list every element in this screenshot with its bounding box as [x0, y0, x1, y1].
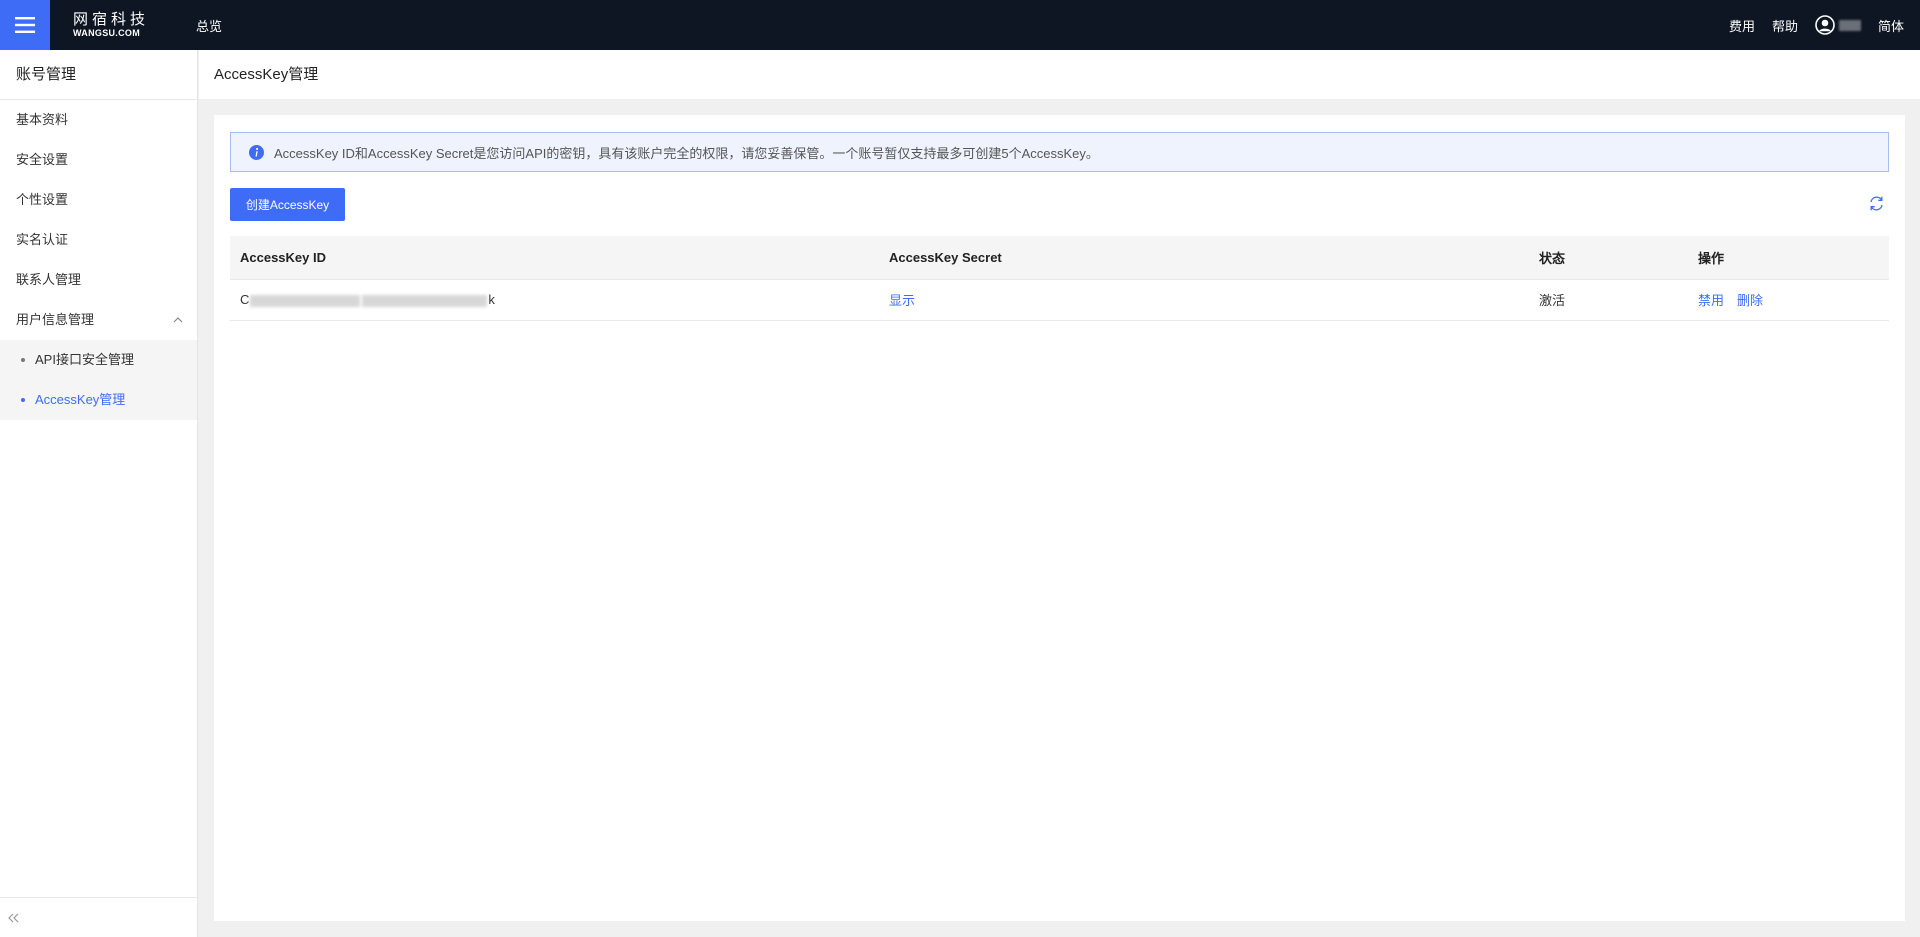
table-header-row: AccessKey ID AccessKey Secret 状态 操作 — [230, 236, 1889, 280]
nav-overview-link[interactable]: 总览 — [196, 16, 222, 35]
sidebar-item-basic-info[interactable]: 基本资料 — [0, 100, 197, 140]
table-row: Ck 显示 激活 禁用 删除 — [230, 279, 1889, 321]
bullet-dot — [21, 398, 25, 402]
actions-cell: 禁用 删除 — [1688, 279, 1889, 321]
brand-logo[interactable]: 网宿科技 WANGSU.COM — [73, 10, 161, 40]
subnav-item-accesskey[interactable]: AccessKey管理 — [0, 380, 197, 420]
user-avatar-icon — [1815, 15, 1835, 35]
submenu-user-info: API接口安全管理 AccessKey管理 — [0, 340, 197, 420]
sidebar: 账号管理 基本资料 安全设置 个性设置 实名认证 联系人管理 用户信息管理 AP… — [0, 50, 198, 937]
double-chevron-left-icon[interactable] — [6, 911, 20, 925]
sidebar-item-real-name-verification[interactable]: 实名认证 — [0, 220, 197, 260]
billing-link[interactable]: 费用 — [1729, 16, 1755, 35]
accesskey-id-cell: Ck — [230, 279, 879, 321]
header-right-links: 费用 帮助 简体 — [1712, 0, 1920, 50]
accesskey-secret-cell: 显示 — [879, 279, 1529, 321]
sidebar-collapse-bar — [0, 897, 197, 937]
sidebar-item-label: 用户信息管理 — [16, 312, 95, 327]
subnav-item-label: API接口安全管理 — [35, 352, 134, 367]
disable-link[interactable]: 禁用 — [1698, 293, 1724, 308]
accesskey-id-suffix: k — [488, 292, 495, 307]
info-banner: AccessKey ID和AccessKey Secret是您访问API的密钥，… — [230, 132, 1889, 172]
accesskey-id-prefix: C — [240, 292, 250, 307]
sidebar-item-security-settings[interactable]: 安全设置 — [0, 140, 197, 180]
sidebar-title: 账号管理 — [0, 50, 197, 100]
username-masked — [1838, 19, 1861, 31]
sidebar-item-label: 实名认证 — [16, 232, 69, 247]
logo-chinese-text: 网宿科技 — [73, 10, 150, 28]
content-card: AccessKey ID和AccessKey Secret是您访问API的密钥，… — [214, 115, 1905, 921]
sidebar-item-user-info-management[interactable]: 用户信息管理 — [0, 300, 197, 340]
subnav-item-label: AccessKey管理 — [35, 392, 126, 407]
sidebar-item-contacts[interactable]: 联系人管理 — [0, 260, 197, 300]
accesskey-id-masked-part — [362, 294, 488, 307]
delete-link[interactable]: 删除 — [1737, 293, 1763, 308]
sidebar-item-personalization[interactable]: 个性设置 — [0, 180, 197, 220]
top-header: 网宿科技 WANGSU.COM 总览 费用 帮助 简体 — [0, 0, 1920, 50]
column-header-status: 状态 — [1529, 236, 1688, 280]
sidebar-item-label: 基本资料 — [16, 112, 69, 127]
subnav-item-api-security[interactable]: API接口安全管理 — [0, 340, 197, 380]
info-message: AccessKey ID和AccessKey Secret是您访问API的密钥，… — [274, 145, 1099, 161]
column-header-accesskey-secret: AccessKey Secret — [879, 236, 1529, 280]
logo-english-text: WANGSU.COM — [73, 28, 140, 38]
show-secret-link[interactable]: 显示 — [889, 293, 915, 308]
refresh-icon[interactable] — [1868, 195, 1885, 212]
accesskey-table: AccessKey ID AccessKey Secret 状态 操作 Ck 显… — [230, 236, 1889, 321]
status-cell: 激活 — [1529, 279, 1688, 321]
sidebar-item-label: 联系人管理 — [16, 272, 82, 287]
sidebar-item-label: 个性设置 — [16, 192, 69, 207]
accesskey-id-masked-part — [250, 294, 361, 307]
help-link[interactable]: 帮助 — [1772, 16, 1798, 35]
page-title: AccessKey管理 — [199, 50, 1920, 99]
menu-toggle-button[interactable] — [0, 0, 50, 50]
hamburger-icon — [15, 17, 35, 33]
column-header-actions: 操作 — [1688, 236, 1889, 280]
sidebar-item-label: 安全设置 — [16, 152, 69, 167]
language-switch[interactable]: 简体 — [1878, 16, 1904, 35]
column-header-accesskey-id: AccessKey ID — [230, 236, 879, 280]
chevron-up-icon — [173, 317, 183, 323]
user-menu[interactable] — [1815, 15, 1861, 35]
create-accesskey-button[interactable]: 创建AccessKey — [230, 188, 345, 221]
info-icon — [249, 144, 264, 160]
bullet-dot — [21, 358, 25, 362]
